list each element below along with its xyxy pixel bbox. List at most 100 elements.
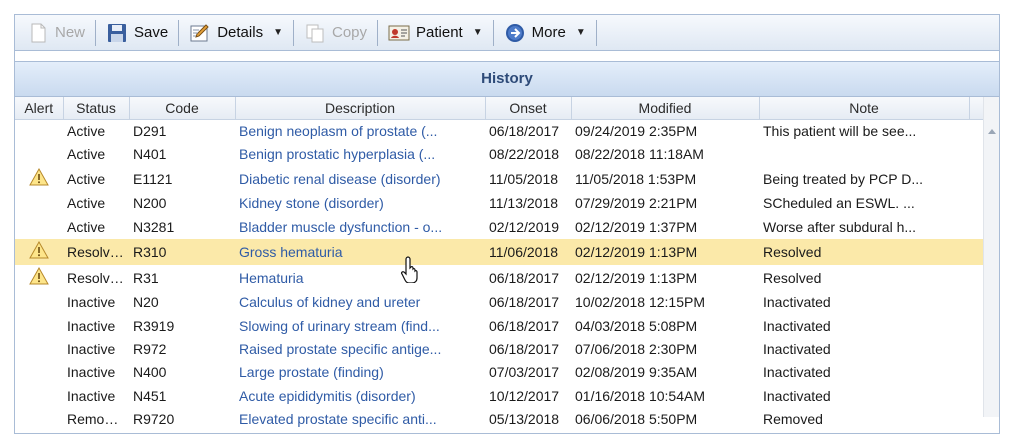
note-cell: Resolved [763,269,822,286]
column-header-description[interactable]: Description [235,97,486,120]
description-cell[interactable]: Diabetic renal disease (disorder) [235,166,485,192]
description-cell[interactable]: Large prostate (finding) [235,361,485,384]
status-cell: Active [67,146,106,163]
modified-cell: 02/12/2019 1:37PM [575,218,698,235]
table-row[interactable]: Removed R9720 Elevated prostate specific a… [15,408,985,431]
warning-icon [29,168,49,186]
alert-cell [15,265,63,291]
edit-pencil-icon [190,23,209,41]
onset-cell: 06/18/2017 [489,317,560,334]
table-row[interactable]: Active E1121 Diabetic renal disease (disor… [15,166,985,192]
new-button[interactable]: New [21,19,91,47]
note-cell: Inactivated [763,294,831,311]
note-cell: Inactivated [763,364,831,381]
code-cell: N20 [133,294,159,311]
modified-cell: 11/05/2018 1:53PM [575,170,697,187]
arrow-right-circle-icon [505,23,524,42]
description-cell[interactable]: Raised prostate specific antige... [235,337,485,360]
history-table-wrap: Alert Status Code Description Onset Modified N… [15,97,999,431]
description-cell[interactable]: Gross hematuria [235,238,485,265]
description-cell[interactable]: Elevated prostate specific anti... [235,408,485,431]
alert-cell [15,314,63,337]
chevron-down-icon[interactable]: ▼ [273,27,283,38]
alert-cell [15,384,63,407]
warning-icon [29,241,49,259]
table-row[interactable]: Active N3281 Bladder muscle dysfunction - … [15,215,985,238]
onset-cell: 06/18/2017 [489,341,560,358]
alert-cell [15,291,63,314]
copy-label: Copy [331,24,368,41]
modified-cell: 01/16/2018 10:54AM [575,387,705,404]
column-header-modified[interactable]: Modified [571,97,760,120]
table-row[interactable]: Active N401 Benign prostatic hyperplasia (… [15,142,985,165]
chevron-down-icon[interactable]: ▼ [473,27,483,38]
description-cell[interactable]: Benign prostatic hyperplasia (... [235,142,485,165]
note-cell: This patient will be see... [763,122,917,139]
table-row[interactable]: Active D291 Benign neoplasm of prostate (.… [15,119,985,142]
column-header-alert[interactable]: Alert [15,97,64,120]
scroll-up-arrow-icon[interactable] [988,129,996,134]
code-cell: R9720 [133,411,175,428]
new-document-icon [31,23,46,42]
code-cell: R310 [129,238,235,265]
table-row[interactable]: Inactive N400 Large prostate (finding) 07/0… [15,361,985,384]
alert-cell [15,192,63,215]
status-cell: Removed [67,411,127,428]
toolbar-divider [377,19,379,46]
details-button[interactable]: Details ▼ [183,19,289,47]
onset-cell: 11/05/2018 [489,170,559,187]
modified-cell: 10/02/2018 12:15PM [575,294,705,311]
table-row[interactable]: Resolved R310 Gross hematuria 11/06/2018 02/… [15,238,985,265]
vertical-scrollbar[interactable] [983,97,999,417]
chevron-down-icon[interactable]: ▼ [576,27,586,38]
column-header-code[interactable]: Code [129,97,236,120]
column-header-note[interactable]: Note [759,97,970,120]
code-cell: E1121 [133,170,173,187]
toolbar-divider [292,19,294,46]
copy-button[interactable]: Copy [298,19,373,47]
patient-label: Patient [416,24,463,41]
table-row[interactable]: Inactive R3919 Slowing of urinary stream (… [15,314,985,337]
modified-cell: 09/24/2019 2:35PM [575,122,698,139]
status-cell: Inactive [67,294,116,311]
note-cell: Resolved [759,238,969,265]
modified-cell: 02/12/2019 1:13PM [571,238,759,265]
history-panel: History Alert Status Code Description Onset M… [14,50,1000,434]
description-cell[interactable]: Hematuria [235,265,485,291]
onset-cell: 05/13/2018 [489,411,560,428]
alert-cell [15,238,63,265]
modified-cell: 06/06/2018 5:50PM [575,411,698,428]
code-cell: R972 [133,341,167,358]
save-button[interactable]: Save [100,19,174,47]
table-row[interactable]: Inactive N451 Acute epididymitis (disorder… [15,384,985,407]
column-header-status[interactable]: Status [63,97,130,120]
toolbar-divider [95,19,97,46]
alert-cell [15,119,63,142]
description-cell[interactable]: Slowing of urinary stream (find... [235,314,485,337]
table-row[interactable]: Resolved R31 Hematuria 06/18/2017 02/12/2019… [15,265,985,291]
column-header-onset[interactable]: Onset [485,97,572,120]
onset-cell: 06/18/2017 [489,269,560,286]
modified-cell: 04/03/2018 5:08PM [575,317,698,334]
code-cell: N451 [133,387,167,404]
description-cell[interactable]: Kidney stone (disorder) [235,192,485,215]
note-cell: Worse after subdural h... [763,218,917,235]
patient-button[interactable]: Patient ▼ [382,19,489,47]
description-cell[interactable]: Benign neoplasm of prostate (... [235,119,485,142]
description-cell[interactable]: Acute epididymitis (disorder) [235,384,485,407]
toolbar: New Save Details ▼ Copy Patient ▼ More ▼ [14,14,1000,50]
status-cell: Inactive [67,364,116,381]
table-row[interactable]: Active N200 Kidney stone (disorder) 11/13/2… [15,192,985,215]
alert-cell [15,337,63,360]
code-cell: N400 [133,364,167,381]
code-cell: R31 [133,269,159,286]
status-cell: Inactive [67,317,116,334]
copy-icon [306,24,324,42]
description-cell[interactable]: Calculus of kidney and ureter [235,291,485,314]
table-row[interactable]: Inactive N20 Calculus of kidney and ureter… [15,291,985,314]
table-row[interactable]: Inactive R972 Raised prostate specific ant… [15,337,985,360]
more-button[interactable]: More ▼ [498,19,592,47]
note-cell [759,142,969,165]
note-cell: SCheduled an ESWL. ... [763,195,915,212]
description-cell[interactable]: Bladder muscle dysfunction - o... [235,215,485,238]
